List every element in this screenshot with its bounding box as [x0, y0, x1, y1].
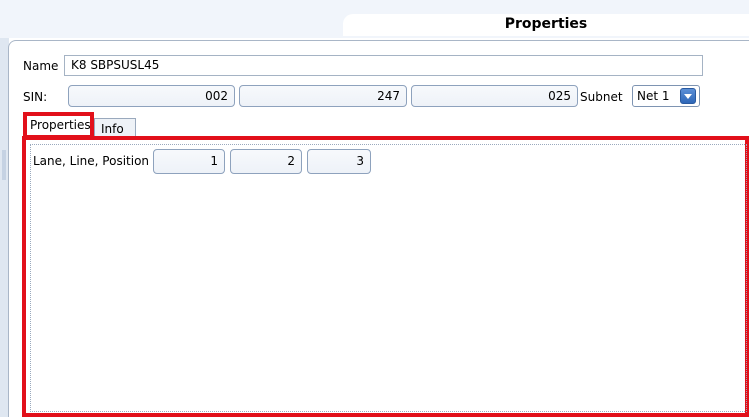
- subnet-select[interactable]: Net 1: [632, 85, 700, 107]
- panel-title: Properties: [504, 16, 588, 32]
- splitter-handle[interactable]: [2, 150, 6, 180]
- properties-content: [30, 144, 747, 412]
- position-field[interactable]: 3: [307, 149, 371, 174]
- sin-label: SIN:: [23, 90, 48, 104]
- subnet-label: Subnet: [580, 90, 623, 104]
- position-label: Lane, Line, Position: [33, 154, 150, 168]
- sin-field-1[interactable]: 002: [68, 85, 235, 107]
- subnet-select-value: Net 1: [637, 89, 670, 103]
- line-field[interactable]: 2: [230, 149, 302, 174]
- name-label: Name: [23, 59, 59, 73]
- chevron-down-icon[interactable]: [680, 88, 696, 104]
- tab-highlight: [23, 112, 94, 139]
- name-field[interactable]: K8 SBPSUSL45: [64, 55, 703, 76]
- lane-field[interactable]: 1: [153, 149, 225, 174]
- sin-field-2[interactable]: 247: [239, 85, 407, 107]
- sin-field-3[interactable]: 025: [411, 85, 578, 107]
- tab-info[interactable]: Info: [94, 118, 136, 138]
